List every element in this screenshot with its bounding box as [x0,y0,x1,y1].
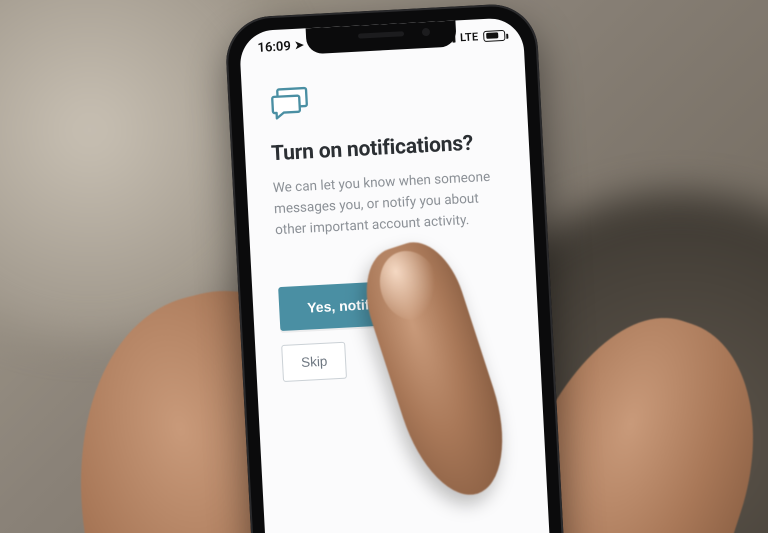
battery-icon [483,29,506,41]
status-left: 16:09 ➤ [257,38,304,55]
notifications-heading: Turn on notifications? [271,130,504,166]
network-label: LTE [460,30,479,44]
skip-button[interactable]: Skip [281,341,347,381]
status-time: 16:09 [257,39,291,56]
notifications-body: We can let you know when someone message… [272,166,507,241]
location-arrow-icon: ➤ [294,39,304,50]
chat-bubbles-icon [268,84,314,122]
